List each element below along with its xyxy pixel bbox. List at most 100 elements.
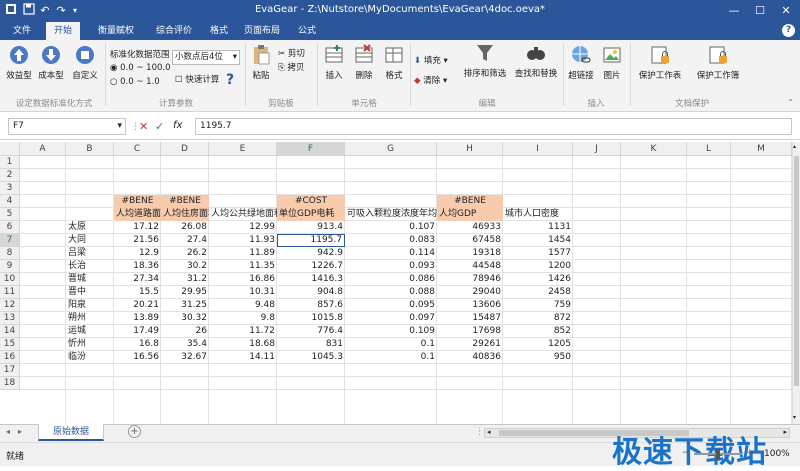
cell-b8[interactable]: 吕梁	[66, 247, 114, 260]
cell-b6[interactable]: 太原	[66, 221, 114, 234]
cell-c15[interactable]: 16.8	[114, 338, 161, 351]
row-header-9[interactable]: 9	[0, 260, 20, 273]
cell-h12[interactable]: 13606	[437, 299, 503, 312]
cell-b15[interactable]: 忻州	[66, 338, 114, 351]
cell-e6[interactable]: 12.99	[209, 221, 277, 234]
checkbox-icon[interactable]: ☐	[175, 75, 183, 85]
cell-f10[interactable]: 1416.3	[277, 273, 345, 286]
cell-h13[interactable]: 15487	[437, 312, 503, 325]
cell-b10[interactable]: 晋城	[66, 273, 114, 286]
column-header-k[interactable]: K	[621, 142, 687, 156]
maximize-icon[interactable]: ☐	[748, 0, 772, 22]
cell-h16[interactable]: 40836	[437, 351, 503, 364]
protect-workbook-button[interactable]: 保护工作簿	[690, 44, 746, 81]
cell-d7[interactable]: 27.4	[161, 234, 209, 247]
tab-formula[interactable]: 公式	[288, 22, 326, 40]
cell-f14[interactable]: 776.4	[277, 325, 345, 338]
row-header-10[interactable]: 10	[0, 273, 20, 286]
row-header-6[interactable]: 6	[0, 221, 20, 234]
cell-b12[interactable]: 阳泉	[66, 299, 114, 312]
cell-h11[interactable]: 29040	[437, 286, 503, 299]
cell-g15[interactable]: 0.1	[345, 338, 437, 351]
cell-g8[interactable]: 0.114	[345, 247, 437, 260]
cell-i14[interactable]: 852	[503, 325, 573, 338]
cell-b7[interactable]: 大同	[66, 234, 114, 247]
find-replace-button[interactable]: 查找和替换	[510, 42, 562, 79]
row-header-1[interactable]: 1	[0, 156, 20, 169]
cell-b9[interactable]: 长治	[66, 260, 114, 273]
cell-f11[interactable]: 904.8	[277, 286, 345, 299]
cell-b16[interactable]: 临汾	[66, 351, 114, 364]
cell-c8[interactable]: 12.9	[114, 247, 161, 260]
column-header-l[interactable]: L	[687, 142, 731, 156]
confirm-icon[interactable]: ✓	[155, 120, 164, 133]
row-header-17[interactable]: 17	[0, 364, 20, 377]
column-header-m[interactable]: M	[731, 142, 792, 156]
cell-f7[interactable]: 1195.7	[277, 234, 345, 247]
zoom-level[interactable]: 100%	[764, 449, 790, 459]
cell-c11[interactable]: 15.5	[114, 286, 161, 299]
cell-f4[interactable]: #COST	[277, 195, 345, 208]
minimize-icon[interactable]: —	[722, 0, 746, 22]
scroll-right-icon[interactable]: ▸	[783, 428, 787, 436]
help-icon[interactable]: ?	[782, 24, 795, 37]
insert-button[interactable]: 插入	[320, 44, 348, 81]
cell-e13[interactable]: 9.8	[209, 312, 277, 325]
cell-d5[interactable]: 人均住房面积	[161, 208, 209, 221]
cell-f16[interactable]: 1045.3	[277, 351, 345, 364]
cell-d14[interactable]: 26	[161, 325, 209, 338]
cell-i13[interactable]: 872	[503, 312, 573, 325]
sort-filter-button[interactable]: 排序和筛选	[460, 42, 510, 79]
copy-button[interactable]: ⎘ 拷贝	[278, 61, 305, 73]
scroll-down-icon[interactable]: ▾	[793, 414, 796, 421]
cell-h5[interactable]: 人均GDP	[437, 208, 503, 221]
cell-f8[interactable]: 942.9	[277, 247, 345, 260]
cell-h15[interactable]: 29261	[437, 338, 503, 351]
zoom-out-icon[interactable]: −	[682, 448, 690, 458]
effect-type-button[interactable]: 效益型	[4, 44, 34, 81]
zoom-slider-thumb[interactable]	[716, 449, 720, 459]
cell-g7[interactable]: 0.083	[345, 234, 437, 247]
cell-g10[interactable]: 0.086	[345, 273, 437, 286]
tab-home[interactable]: 开始	[46, 22, 80, 40]
cell-g16[interactable]: 0.1	[345, 351, 437, 364]
column-header-a[interactable]: A	[20, 142, 66, 156]
cell-e10[interactable]: 16.86	[209, 273, 277, 286]
name-box[interactable]: F7 ▾	[8, 118, 126, 135]
picture-button[interactable]: 图片	[598, 44, 626, 81]
cell-c14[interactable]: 17.49	[114, 325, 161, 338]
cell-d8[interactable]: 26.2	[161, 247, 209, 260]
decimal-select[interactable]: 小数点后4位 ▾	[172, 50, 240, 65]
cell-c6[interactable]: 17.12	[114, 221, 161, 234]
function-icon[interactable]: fx	[173, 120, 182, 131]
cell-d6[interactable]: 26.08	[161, 221, 209, 234]
cell-f15[interactable]: 831	[277, 338, 345, 351]
cell-e15[interactable]: 18.68	[209, 338, 277, 351]
cell-f5[interactable]: 单位GDP电耗	[277, 208, 345, 221]
collapse-ribbon-icon[interactable]: ⌃	[787, 98, 794, 107]
cell-e11[interactable]: 10.31	[209, 286, 277, 299]
scroll-up-icon[interactable]: ▴	[793, 143, 796, 150]
row-header-8[interactable]: 8	[0, 247, 20, 260]
row-header-11[interactable]: 11	[0, 286, 20, 299]
cell-h14[interactable]: 17698	[437, 325, 503, 338]
cell-d4[interactable]: #BENE	[161, 195, 209, 208]
add-sheet-icon[interactable]: +	[128, 425, 141, 438]
formula-input[interactable]: 1195.7	[195, 118, 792, 135]
cell-c16[interactable]: 16.56	[114, 351, 161, 364]
row-header-4[interactable]: 4	[0, 195, 20, 208]
cell-f13[interactable]: 1015.8	[277, 312, 345, 325]
cell-e16[interactable]: 14.11	[209, 351, 277, 364]
column-header-c[interactable]: C	[114, 142, 161, 156]
cut-button[interactable]: ✂ 剪切	[278, 47, 305, 59]
cell-f6[interactable]: 913.4	[277, 221, 345, 234]
cell-e12[interactable]: 9.48	[209, 299, 277, 312]
column-header-e[interactable]: E	[209, 142, 277, 156]
row-header-13[interactable]: 13	[0, 312, 20, 325]
cell-b14[interactable]: 运城	[66, 325, 114, 338]
column-header-f[interactable]: F	[277, 142, 345, 156]
cell-g9[interactable]: 0.093	[345, 260, 437, 273]
range-option-1[interactable]: ◉ 0.0 ~ 100.0	[110, 63, 171, 73]
tab-format[interactable]: 格式	[202, 22, 236, 40]
scroll-thumb[interactable]	[794, 156, 799, 386]
